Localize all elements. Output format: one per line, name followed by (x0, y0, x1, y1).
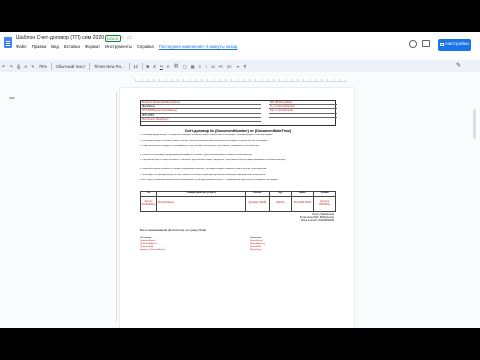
comment-add-icon[interactable]: ▢ (181, 64, 189, 69)
table-cell: {ProductName} (156, 195, 246, 212)
contract-paragraph: 8. Все споры и разногласия решаются путе… (140, 179, 278, 182)
bullet-list-icon[interactable]: •≡ (217, 64, 225, 69)
indent-icon[interactable]: ⇥ (234, 64, 242, 69)
zoom-select[interactable]: 75% (37, 64, 49, 69)
undo-icon[interactable]: ↶ (0, 64, 8, 69)
table-row: {Nomer StrokiTablicy} {ProductName} {Qua… (139, 195, 336, 212)
editing-mode-icon[interactable]: ✎ (456, 62, 461, 69)
contract-paragraph: 7. Настоящий Счет-договор вступает в сил… (140, 173, 266, 176)
bank-code-line (269, 114, 337, 118)
font-size-input[interactable]: 12 (131, 64, 140, 69)
menu-edit[interactable]: Правка (32, 44, 47, 49)
redo-icon[interactable]: ↷ (8, 64, 16, 69)
contract-paragraph: 5. Гарантийный срок на товар составляет … (140, 159, 286, 162)
paint-format-icon[interactable]: ✎ (29, 64, 37, 69)
history-icon[interactable] (409, 40, 417, 48)
font-select[interactable]: Times New Ro... (92, 64, 127, 69)
print-icon[interactable]: ⎙ (15, 64, 22, 69)
document-page[interactable]: ВидЛица: {RelationDataEntity}Name} {Bank… (120, 88, 354, 328)
contract-paragraph: 2. Поставщик обязуется поставить товар в… (140, 139, 268, 142)
page-content: ВидЛица: {RelationDataEntity}Name} {Bank… (139, 100, 337, 267)
toolbar-divider (51, 62, 52, 70)
menu-bar: Файл Правка Вид Вставка Формат Инструмен… (16, 44, 237, 49)
contract-paragraph: 4. Оплата по настоящему Счету-договору п… (140, 153, 253, 156)
numbered-list-icon[interactable]: 1≡ (225, 64, 234, 69)
spellcheck-icon[interactable]: A (22, 64, 29, 69)
lock-icon (440, 42, 445, 46)
menu-format[interactable]: Формат (85, 44, 100, 49)
horizontal-ruler[interactable] (135, 77, 347, 82)
scroll-thumb[interactable] (473, 109, 476, 139)
vertical-ruler[interactable] (113, 92, 117, 322)
table-cell: {Nomer StrokiTablicy} (139, 195, 158, 212)
title-bar: Шаблон Счет-договор (ТП) сим 2020 DOCX ☆… (0, 32, 480, 59)
totals-block: Итого: {TotalAmount} В том числе НДС: {N… (140, 214, 336, 224)
menu-file[interactable]: Файл (16, 44, 27, 49)
scrollbar[interactable] (472, 87, 477, 327)
menu-tools[interactable]: Инструменты (105, 44, 132, 49)
file-type-badge: DOCX (105, 35, 121, 42)
payee-line: Получатель: {ИмяПолуч} (141, 118, 261, 122)
goods-table: № Товары (работы, услуги) Кол-во Ед. Цен… (139, 190, 336, 212)
supplier-signature: Поставщик {SupplierName} {SupplierAddres… (140, 237, 165, 252)
bold-button[interactable]: Б (144, 64, 151, 69)
sig-line: Директор {DirectorName} (140, 249, 166, 252)
contract-paragraph: 3. Товар поставляется по адресу: {Delive… (140, 145, 260, 148)
google-docs-window: Шаблон Счет-договор (ТП) сим 2020 DOCX ☆… (0, 32, 480, 328)
table-cell: {PriceWith NDS} (291, 195, 314, 212)
document-title[interactable]: Шаблон Счет-договор (ТП) сим 2020 (16, 35, 104, 41)
table-cell: {Quantity ОКЕЙ} (245, 195, 270, 212)
document-outline-icon[interactable]: ≔ (9, 95, 15, 102)
text-color-button[interactable]: А (165, 64, 172, 69)
folder-move-icon[interactable]: ▭ (127, 35, 132, 41)
clear-format-icon[interactable]: T̸ (241, 64, 248, 69)
sig-line: {BuyerSign} (250, 249, 262, 252)
image-icon[interactable]: ▦ (189, 64, 197, 69)
payee-details: ВидЛица: {RelationDataEntity}Name} {Bank… (141, 101, 261, 122)
signatures: Поставщик {SupplierName} {SupplierAddres… (140, 237, 336, 267)
share-button[interactable]: Настройки доступа (438, 39, 471, 59)
table-cell: {EdIzm} (269, 195, 292, 212)
last-edit-link[interactable]: Последнее изменение: 6 минуты назад (159, 44, 238, 49)
menu-view[interactable]: Вид (51, 44, 59, 49)
bank-codes: БИК {BIKPayeeBank} Сч. № {AccountNumber}… (269, 101, 337, 118)
toolbar-divider (128, 62, 130, 70)
link-icon[interactable]: ⛓ (171, 63, 180, 69)
docs-logo-icon[interactable] (4, 37, 12, 48)
total-line: Всего к оплате: {TotalWithNDS} (301, 220, 334, 223)
underline-button[interactable]: Ч (158, 64, 165, 69)
toolbar-divider (89, 62, 90, 70)
bank-details-box: ВидЛица: {RelationDataEntity}Name} {Bank… (140, 100, 337, 126)
invoice-title: Счёт-договор № {DocumentNumber} от {Docu… (184, 129, 292, 133)
items-summary: Всего наименований {ItemsCount}, на сумм… (140, 228, 207, 233)
menu-insert[interactable]: Вставка (64, 44, 80, 49)
ruler-row (0, 75, 480, 83)
contract-paragraph: 1. Поставщик предоставляет, а Покупатель… (140, 133, 273, 136)
checklist-icon[interactable]: ☑ (209, 64, 217, 69)
formatting-toolbar: ↶ ↷ ⎙ A ✎ 75% Обычный текст Times New Ro… (0, 60, 480, 72)
contract-paragraph: 6. Покупатель вправе отказаться от товар… (140, 167, 267, 170)
share-label: Настройки доступа (445, 42, 469, 59)
toolbar-divider (141, 62, 143, 70)
buyer-signature: Покупатель {BuyerName} {BuyerAddress} {B… (250, 237, 265, 252)
star-icon[interactable]: ☆ (120, 35, 124, 41)
comment-icon[interactable] (422, 40, 430, 47)
style-select[interactable]: Обычный текст (54, 64, 88, 69)
table-cell: {Amount WithNDS} (313, 195, 336, 212)
menu-help[interactable]: Справка (137, 44, 154, 49)
